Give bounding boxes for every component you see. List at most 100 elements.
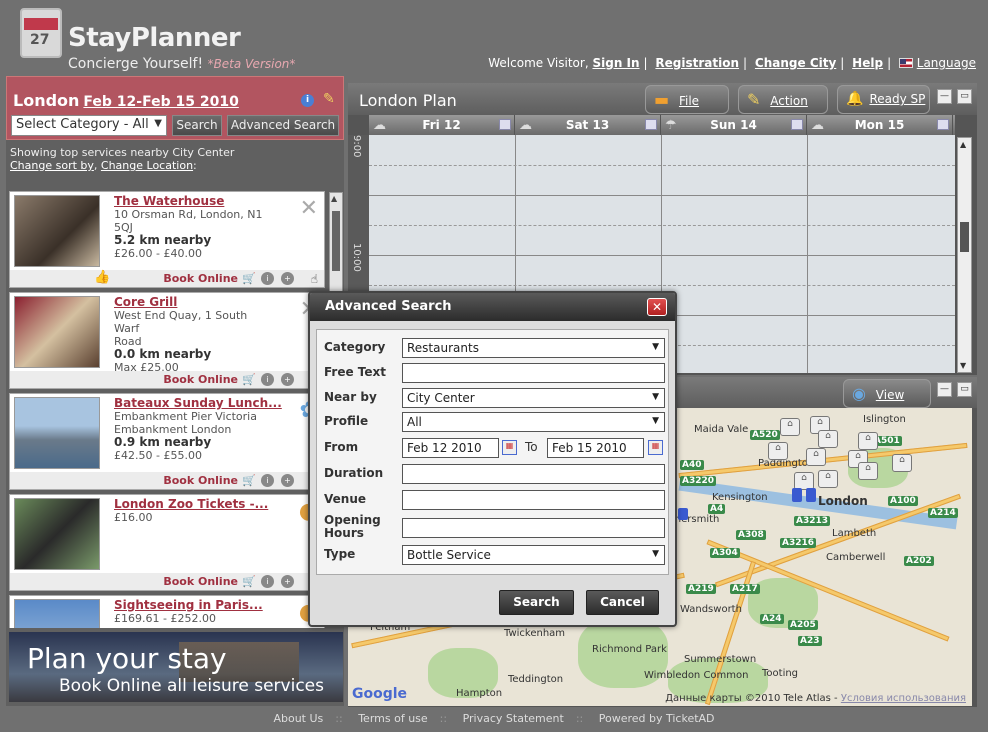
listing-name-link[interactable]: London Zoo Tickets -... (114, 497, 268, 511)
map-marker-icon[interactable] (806, 488, 816, 502)
map-pin-icon[interactable]: ⌂ (858, 432, 878, 450)
cart-icon[interactable]: 🛒 (242, 575, 256, 588)
maximize-icon[interactable]: ▭ (957, 89, 972, 104)
maximize-icon[interactable]: ▭ (957, 382, 972, 397)
scroll-up-icon[interactable]: ▲ (331, 194, 337, 203)
dialog-cancel-button[interactable]: Cancel (586, 590, 659, 615)
scroll-down-icon[interactable]: ▼ (960, 361, 966, 370)
to-date-input[interactable]: Feb 15 2010 (547, 438, 644, 458)
near-by-dropdown[interactable]: City Center ▼ (402, 388, 665, 408)
thumbs-up-icon[interactable]: 👍 (94, 270, 110, 285)
pencil-icon[interactable]: ✎ (323, 91, 335, 107)
map-pin-icon[interactable]: ⌂ (780, 418, 800, 436)
add-icon[interactable]: + (281, 474, 294, 487)
cart-icon[interactable]: 🛒 (242, 373, 256, 386)
listing-name-link[interactable]: Core Grill (114, 295, 177, 309)
calendar-icon[interactable] (499, 119, 511, 130)
book-online-link[interactable]: Book Online (163, 575, 238, 588)
info-icon[interactable]: i (261, 575, 274, 588)
free-text-input[interactable] (402, 363, 665, 383)
minimize-icon[interactable]: — (937, 382, 952, 397)
book-online-link[interactable]: Book Online (163, 373, 238, 386)
info-icon[interactable]: i (301, 94, 314, 107)
listing-name-link[interactable]: Bateaux Sunday Lunch... (114, 396, 282, 410)
duration-input[interactable] (402, 464, 665, 484)
opening-hours-input[interactable] (402, 518, 665, 538)
map-marker-icon[interactable] (678, 508, 688, 520)
map-pin-icon[interactable]: ⌂ (892, 454, 912, 472)
profile-dropdown[interactable]: All ▼ (402, 412, 665, 432)
book-online-link[interactable]: Book Online (163, 272, 238, 285)
map-pin-icon[interactable]: ⌂ (768, 442, 788, 460)
info-icon[interactable]: i (261, 474, 274, 487)
add-icon[interactable]: + (281, 575, 294, 588)
info-icon[interactable]: i (261, 272, 274, 285)
calendar-icon[interactable]: ▦ (502, 440, 517, 455)
map-marker-icon[interactable] (792, 488, 802, 502)
privacy-link[interactable]: Privacy Statement (463, 712, 564, 725)
list-item[interactable]: Core Grill West End Quay, 1 South Warf R… (9, 292, 325, 389)
change-location-link[interactable]: Change Location (101, 159, 193, 172)
advanced-search-dialog: Advanced Search ✕ Category Restaurants ▼ … (308, 291, 677, 627)
type-dropdown[interactable]: Bottle Service ▼ (402, 545, 665, 565)
terms-link[interactable]: Условия использования (841, 693, 966, 704)
list-item[interactable]: Sightseeing in Paris... £169.61 - £252.0… (9, 595, 325, 628)
close-icon[interactable]: ✕ (647, 298, 667, 316)
scrollbar-thumb[interactable] (332, 211, 340, 271)
listing-thumbnail[interactable] (14, 296, 100, 368)
hand-pointer-icon[interactable]: ☝ (311, 272, 318, 286)
cart-icon[interactable]: 🛒 (242, 474, 256, 487)
info-icon[interactable]: i (261, 373, 274, 386)
dialog-search-button[interactable]: Search (499, 590, 574, 615)
category-dropdown[interactable]: Restaurants ▼ (402, 338, 665, 358)
search-button[interactable]: Search (172, 115, 222, 136)
change-city-link[interactable]: Change City (755, 56, 836, 70)
list-item[interactable]: Bateaux Sunday Lunch... Embankment Pier … (9, 393, 325, 490)
listing-thumbnail[interactable] (14, 599, 100, 628)
map-pin-icon[interactable]: ⌂ (806, 448, 826, 466)
scroll-up-icon[interactable]: ▲ (960, 140, 966, 149)
calendar-icon[interactable] (791, 119, 803, 130)
registration-link[interactable]: Registration (655, 56, 739, 70)
calendar-icon[interactable] (937, 119, 949, 130)
action-button[interactable]: ✎ Action (738, 85, 828, 114)
powered-by-link[interactable]: Powered by TicketAD (599, 712, 715, 725)
book-online-link[interactable]: Book Online (163, 474, 238, 487)
calendar-icon[interactable]: ▦ (648, 440, 663, 455)
scrollbar-thumb[interactable] (960, 222, 969, 252)
road-shield: A3220 (680, 476, 717, 486)
map-pin-icon[interactable]: ⌂ (818, 430, 838, 448)
advanced-search-button[interactable]: Advanced Search (227, 115, 339, 136)
listing-name-link[interactable]: Sightseeing in Paris... (114, 598, 263, 612)
from-date-input[interactable]: Feb 12 2010 (402, 438, 499, 458)
language-link[interactable]: Language (917, 56, 976, 70)
promo-banner[interactable]: Plan your stay Book Online all leisure s… (9, 632, 343, 702)
help-link[interactable]: Help (852, 56, 883, 70)
plan-scrollbar[interactable]: ▲ ▼ (957, 137, 972, 373)
ready-sp-button[interactable]: 🔔 Ready SP (837, 85, 930, 114)
about-us-link[interactable]: About Us (273, 712, 323, 725)
list-item[interactable]: The Waterhouse 10 Orsman Rd, London, N1 … (9, 191, 325, 288)
chevron-down-icon: ▼ (652, 342, 659, 352)
cart-icon[interactable]: 🛒 (242, 272, 256, 285)
terms-of-use-link[interactable]: Terms of use (358, 712, 427, 725)
sign-in-link[interactable]: Sign In (592, 56, 639, 70)
listing-name-link[interactable]: The Waterhouse (114, 194, 224, 208)
listing-thumbnail[interactable] (14, 195, 100, 267)
map-pin-icon[interactable]: ⌂ (858, 462, 878, 480)
minimize-icon[interactable]: — (937, 89, 952, 104)
list-item[interactable]: London Zoo Tickets -... £16.00 ● Book On… (9, 494, 325, 591)
globe-icon: ◉ (852, 384, 866, 403)
add-icon[interactable]: + (281, 373, 294, 386)
map-pin-icon[interactable]: ⌂ (818, 470, 838, 488)
category-select[interactable]: Select Category - All ▼ (11, 115, 167, 136)
file-button[interactable]: ▬ File (645, 85, 729, 114)
view-button[interactable]: ◉ View (843, 379, 931, 408)
add-icon[interactable]: + (281, 272, 294, 285)
calendar-icon[interactable] (645, 119, 657, 130)
venue-input[interactable] (402, 490, 665, 510)
change-sort-link[interactable]: Change sort by (10, 159, 94, 172)
listing-thumbnail[interactable] (14, 397, 100, 469)
listing-thumbnail[interactable] (14, 498, 100, 570)
city-dates-link[interactable]: Feb 12-Feb 15 2010 (83, 94, 238, 110)
